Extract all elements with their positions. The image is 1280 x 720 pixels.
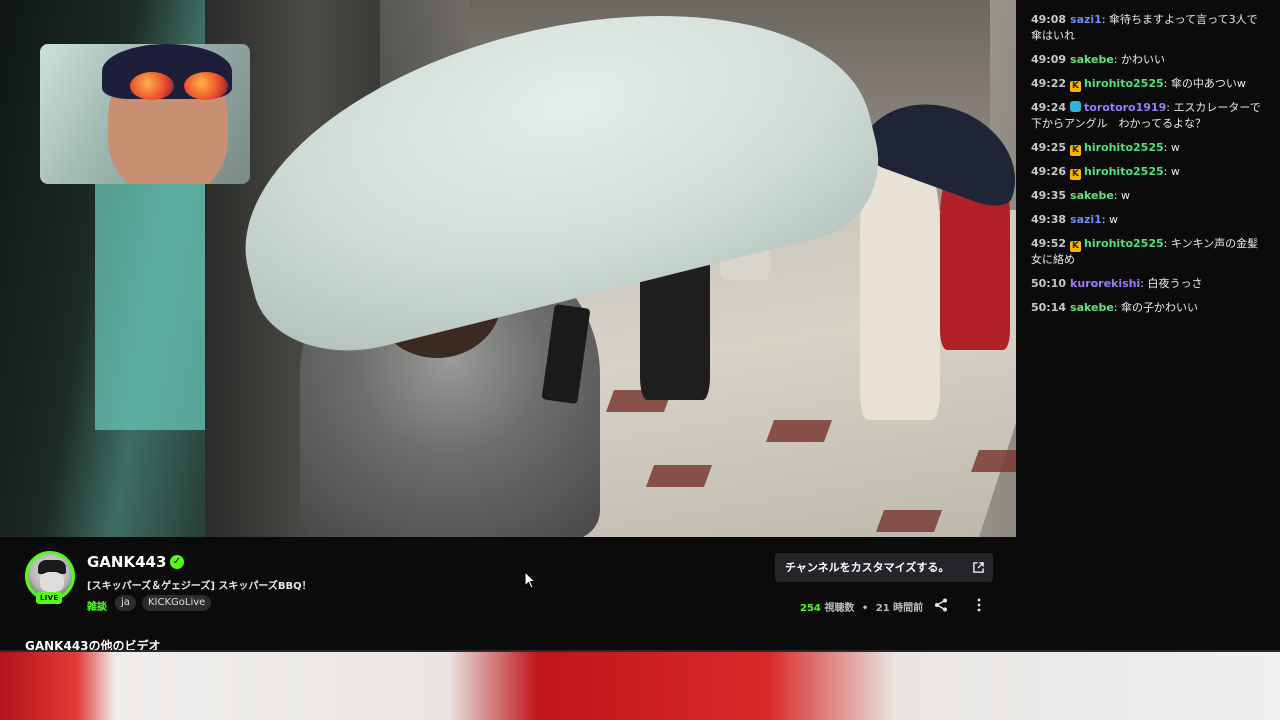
chat-colon: : xyxy=(1163,165,1171,178)
video-tile xyxy=(970,450,1016,472)
viewer-count-number: 254 xyxy=(800,603,821,614)
stream-info-bar: LIVE GANK443 ✓ [スキッパーズ＆ゲェジーズ] スキッパーズBBQ！… xyxy=(0,537,1016,653)
channel-name[interactable]: GANK443 xyxy=(87,553,166,571)
chat-message: 49:38 sazi1: w xyxy=(1031,212,1266,228)
chat-timestamp: 49:08 xyxy=(1031,13,1067,26)
verified-check-icon: ✓ xyxy=(170,555,184,569)
video-tile xyxy=(765,420,833,442)
share-icon[interactable] xyxy=(934,598,948,612)
chat-colon: : xyxy=(1113,301,1122,314)
chat-timestamp: 50:10 xyxy=(1031,277,1067,290)
customize-channel-button[interactable]: チャンネルをカスタマイズする。 xyxy=(775,553,993,582)
tag-kickgolive[interactable]: KICKGoLive xyxy=(142,595,212,611)
chat-username[interactable]: sazi1 xyxy=(1070,213,1102,226)
chat-username[interactable]: hirohito2525 xyxy=(1084,165,1164,178)
facecam-sunglasses xyxy=(130,72,240,104)
kick-badge-icon: K xyxy=(1070,241,1082,252)
chat-username[interactable]: kurorekishi xyxy=(1070,277,1140,290)
chat-timestamp: 49:09 xyxy=(1031,53,1067,66)
video-tile xyxy=(875,510,943,532)
chat-username[interactable]: hirohito2525 xyxy=(1084,141,1164,154)
chat-timestamp: 49:35 xyxy=(1031,189,1067,202)
chat-username[interactable]: sakebe xyxy=(1070,53,1114,66)
chat-timestamp: 49:38 xyxy=(1031,213,1067,226)
chat-text: w xyxy=(1109,213,1119,226)
chat-timestamp: 49:22 xyxy=(1031,77,1067,90)
chat-username[interactable]: sazi1 xyxy=(1070,13,1102,26)
chat-message: 49:08 sazi1: 傘待ちますよって言って3人で傘はいれ xyxy=(1031,12,1266,44)
chat-message: 49:35 sakebe: w xyxy=(1031,188,1266,204)
chat-timestamp: 49:26 xyxy=(1031,165,1067,178)
video-tile xyxy=(645,465,713,487)
chat-colon: : xyxy=(1101,213,1110,226)
video-storefront-panel xyxy=(95,180,220,430)
facecam-overlay xyxy=(40,44,250,184)
chat-username[interactable]: torotoro1919 xyxy=(1084,101,1166,114)
chat-message: 49:52 Khirohito2525: キンキン声の金髪女に絡め xyxy=(1031,236,1266,268)
kick-badge-icon: K xyxy=(1070,81,1082,92)
chat-colon: : xyxy=(1163,237,1171,250)
bottom-background-strip xyxy=(0,652,1280,720)
chat-text: w xyxy=(1170,141,1180,154)
meta-separator: • xyxy=(861,603,869,614)
chat-username[interactable]: sakebe xyxy=(1070,301,1114,314)
chat-text: 傘の中あついw xyxy=(1170,77,1246,90)
video-player[interactable] xyxy=(0,0,1016,537)
chat-message: 49:24 torotoro1919: エスカレーターで下からアングル わかってる… xyxy=(1031,100,1266,132)
category-link[interactable]: 雑談 xyxy=(87,598,107,613)
live-badge: LIVE xyxy=(36,592,63,604)
chat-message: 50:10 kurorekishi: 白夜うっさ xyxy=(1031,276,1266,292)
kick-badge-icon: K xyxy=(1070,169,1082,180)
chat-message: 49:26 Khirohito2525: w xyxy=(1031,164,1266,180)
mouse-cursor-icon xyxy=(524,571,536,589)
time-ago: 21 時間前 xyxy=(875,603,924,614)
moderator-badge-icon xyxy=(1070,101,1082,112)
viewer-count-label: 視聴数 xyxy=(824,603,855,614)
chat-message: 50:14 sakebe: 傘の子かわいい xyxy=(1031,300,1266,316)
chat-text: w xyxy=(1121,189,1131,202)
more-vertical-icon[interactable] xyxy=(972,597,986,613)
viewer-count: 254 視聴数 • 21 時間前 xyxy=(800,599,923,614)
chat-timestamp: 49:24 xyxy=(1031,101,1067,114)
tag-language[interactable]: ja xyxy=(115,595,136,611)
chat-message: 49:22 Khirohito2525: 傘の中あついw xyxy=(1031,76,1266,92)
chat-username[interactable]: hirohito2525 xyxy=(1084,77,1164,90)
chat-username[interactable]: hirohito2525 xyxy=(1084,237,1164,250)
chat-colon: : xyxy=(1101,13,1110,26)
chat-timestamp: 50:14 xyxy=(1031,301,1067,314)
chat-text: 傘の子かわいい xyxy=(1121,301,1199,314)
chat-panel: 49:08 sazi1: 傘待ちますよって言って3人で傘はいれ 49:09 sakeb… xyxy=(1016,0,1280,652)
avatar-face xyxy=(40,572,64,592)
chat-text: w xyxy=(1170,165,1180,178)
chat-timestamp: 49:52 xyxy=(1031,237,1067,250)
chat-colon: : xyxy=(1113,53,1122,66)
kick-badge-icon: K xyxy=(1070,145,1082,156)
customize-channel-label: チャンネルをカスタマイズする。 xyxy=(785,561,950,574)
stream-title: [スキッパーズ＆ゲェジーズ] スキッパーズBBQ！ xyxy=(87,581,312,592)
chat-message: 49:09 sakebe: かわいい xyxy=(1031,52,1266,68)
chat-colon: : xyxy=(1163,77,1171,90)
chat-colon: : xyxy=(1113,189,1122,202)
chat-text: かわいい xyxy=(1121,53,1166,66)
chat-timestamp: 49:25 xyxy=(1031,141,1067,154)
chat-username[interactable]: sakebe xyxy=(1070,189,1114,202)
external-link-icon xyxy=(973,562,984,573)
chat-message: 49:25 Khirohito2525: w xyxy=(1031,140,1266,156)
chat-text: 白夜うっさ xyxy=(1147,277,1203,290)
chat-colon: : xyxy=(1163,141,1171,154)
